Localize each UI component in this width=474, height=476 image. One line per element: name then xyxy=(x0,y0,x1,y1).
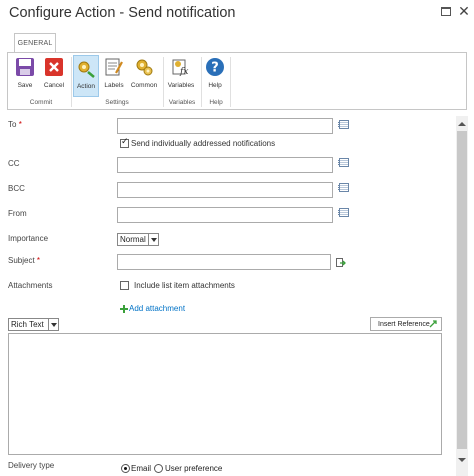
maximize-button[interactable] xyxy=(438,3,454,19)
save-icon xyxy=(15,57,35,77)
plus-icon xyxy=(120,305,128,313)
scroll-thumb[interactable] xyxy=(457,131,467,449)
cc-label: CC xyxy=(8,159,20,168)
attachments-label: Attachments xyxy=(8,281,53,290)
group-separator xyxy=(230,57,231,107)
importance-select[interactable]: Normal xyxy=(117,233,159,246)
scroll-down-arrow-icon[interactable] xyxy=(456,454,468,466)
from-field[interactable] xyxy=(117,207,333,223)
save-label: Save xyxy=(17,82,33,89)
close-icon: ✕ xyxy=(458,3,470,19)
help-icon: ? xyxy=(205,57,225,77)
bcc-label: BCC xyxy=(8,184,25,193)
required-marker: * xyxy=(36,256,41,265)
checkmark-icon: ✓ xyxy=(121,136,129,146)
close-button[interactable]: ✕ xyxy=(456,3,472,19)
delivery-type-label: Delivery type xyxy=(8,461,55,470)
add-attachment-link[interactable]: Add attachment xyxy=(129,304,185,313)
include-attachments-label: Include list item attachments xyxy=(134,281,235,290)
variables-label: Variables xyxy=(167,82,195,89)
group-label-settings: Settings xyxy=(105,99,129,106)
cancel-label: Cancel xyxy=(43,82,65,89)
insert-reference-button[interactable]: Insert Reference xyxy=(370,317,442,331)
title-bar: Configure Action - Send notification ✕ xyxy=(0,0,474,28)
help-button[interactable]: ? Help xyxy=(203,55,227,97)
variables-icon: fx xyxy=(171,57,191,77)
bcc-field[interactable] xyxy=(117,182,333,198)
delivery-email-radio[interactable] xyxy=(121,464,130,473)
group-label-commit: Commit xyxy=(29,99,53,106)
action-icon xyxy=(76,58,96,78)
svg-text:fx: fx xyxy=(179,67,188,77)
insert-reference-label: Insert Reference xyxy=(378,320,430,328)
address-book-icon[interactable] xyxy=(338,158,349,167)
format-value: Rich Text xyxy=(11,320,44,329)
to-label: To * xyxy=(8,120,22,129)
group-separator xyxy=(201,57,202,107)
cc-field[interactable] xyxy=(117,157,333,173)
common-icon xyxy=(134,57,154,77)
group-label-help: Help xyxy=(209,99,223,106)
common-button[interactable]: Common xyxy=(129,55,159,97)
insert-reference-icon xyxy=(429,320,437,328)
group-separator xyxy=(71,57,72,107)
ribbon: Save Cancel Action Labels Common fx Vari… xyxy=(7,52,467,110)
format-select[interactable]: Rich Text xyxy=(8,318,59,331)
group-label-variables: Variables xyxy=(168,99,196,106)
delivery-user-preference-radio[interactable] xyxy=(154,464,163,473)
delivery-user-preference-label: User preference xyxy=(165,464,223,473)
subject-label-text: Subject xyxy=(8,256,35,265)
importance-value: Normal xyxy=(120,235,146,244)
required-marker: * xyxy=(18,120,22,129)
labels-button[interactable]: Labels xyxy=(101,55,127,97)
delivery-email-label: Email xyxy=(131,464,152,473)
tab-general[interactable]: GENERAL xyxy=(14,33,56,53)
cancel-icon xyxy=(44,57,64,77)
action-label: Action xyxy=(76,83,96,90)
from-label: From xyxy=(8,209,27,218)
subject-field[interactable] xyxy=(117,254,331,270)
group-separator xyxy=(163,57,164,107)
chevron-down-icon xyxy=(148,234,158,245)
window-title: Configure Action - Send notification xyxy=(9,5,236,21)
message-body-editor[interactable] xyxy=(8,333,442,455)
insert-reference-icon[interactable] xyxy=(336,255,346,267)
chevron-down-icon xyxy=(48,319,58,330)
save-button[interactable]: Save xyxy=(12,55,38,97)
address-book-icon[interactable] xyxy=(338,208,349,217)
variables-button[interactable]: fx Variables xyxy=(165,55,197,97)
address-book-icon[interactable] xyxy=(338,120,349,129)
to-label-text: To xyxy=(8,120,17,129)
help-label: Help xyxy=(208,82,222,89)
labels-icon xyxy=(104,57,124,77)
send-individually-checkbox[interactable]: ✓ xyxy=(120,136,129,148)
to-field[interactable] xyxy=(117,118,333,134)
send-individually-label: Send individually addressed notification… xyxy=(131,139,276,148)
common-label: Common xyxy=(130,82,158,89)
maximize-icon xyxy=(441,6,451,16)
include-attachments-checkbox[interactable] xyxy=(120,281,129,290)
cancel-button[interactable]: Cancel xyxy=(40,55,68,97)
svg-text:?: ? xyxy=(211,61,219,76)
subject-label: Subject * xyxy=(8,256,40,265)
labels-label: Labels xyxy=(104,82,124,89)
scroll-up-arrow-icon[interactable] xyxy=(456,118,468,130)
action-button[interactable]: Action xyxy=(73,55,99,97)
address-book-icon[interactable] xyxy=(338,183,349,192)
importance-label: Importance xyxy=(8,234,49,243)
vertical-scrollbar[interactable] xyxy=(456,116,468,476)
